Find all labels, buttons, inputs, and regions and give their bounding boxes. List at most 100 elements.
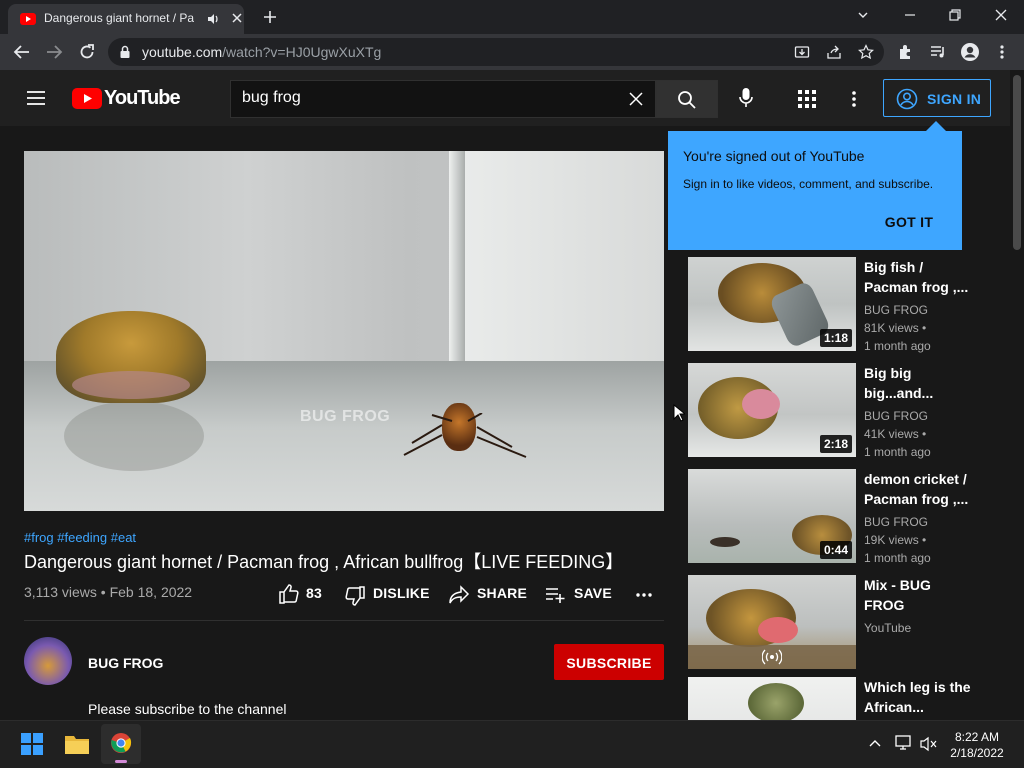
media-control-icon[interactable]	[929, 43, 947, 61]
browser-tab[interactable]: Dangerous giant hornet / Pa	[8, 4, 244, 34]
apps-grid-icon[interactable]	[798, 90, 816, 108]
divider	[24, 620, 664, 621]
taskbar-clock[interactable]: 8:22 AM 2/18/2022	[944, 729, 1010, 761]
save-button[interactable]	[545, 586, 567, 604]
video-watermark: BUG FROG	[300, 408, 391, 425]
recommendation-thumbnail[interactable]: 1:18	[688, 257, 856, 351]
reload-icon[interactable]	[78, 43, 96, 61]
close-window-icon[interactable]	[993, 7, 1009, 23]
recommendation-title[interactable]: Big big big...and...	[864, 363, 974, 403]
youtube-logo[interactable]	[72, 88, 102, 109]
mouse-cursor-icon	[673, 404, 685, 422]
account-icon	[896, 88, 918, 110]
recommendation-title[interactable]: Big fish / Pacman frog ,...	[864, 257, 974, 297]
search-icon	[678, 91, 696, 109]
video-description: Please subscribe to the channel	[88, 701, 287, 717]
recommendation-item[interactable]: Mix - BUG FROG YouTube	[688, 575, 978, 671]
subscribe-label: SUBSCRIBE	[566, 655, 652, 671]
video-title: Dangerous giant hornet / Pacman frog , A…	[24, 552, 624, 572]
thumb-down-icon	[345, 586, 365, 606]
url-path: /watch?v=HJ0UgwXuXTg	[222, 44, 382, 60]
windows-start-icon[interactable]	[21, 733, 43, 755]
settings-more-icon[interactable]	[848, 90, 860, 108]
clear-search-icon[interactable]	[629, 92, 643, 106]
recommendation-thumbnail[interactable]	[688, 677, 856, 720]
thumb-up-icon	[279, 584, 299, 604]
channel-avatar[interactable]	[24, 637, 72, 685]
share-label[interactable]: SHARE	[477, 585, 527, 601]
recommendation-thumbnail[interactable]: 2:18	[688, 363, 856, 457]
like-count: 83	[306, 585, 322, 601]
video-duration: 1:18	[819, 329, 852, 347]
url-host: youtube.com	[142, 44, 223, 60]
tab-close-icon[interactable]	[230, 11, 244, 25]
scrollbar-thumb[interactable]	[1013, 75, 1021, 250]
network-icon[interactable]	[895, 735, 913, 751]
channel-name[interactable]: BUG FROG	[88, 655, 163, 671]
extensions-puzzle-icon[interactable]	[897, 43, 915, 61]
mix-radio-icon	[762, 649, 782, 665]
recommendation-item[interactable]: Which leg is the African...	[688, 677, 978, 720]
back-arrow-icon[interactable]	[13, 44, 31, 60]
recommendation-views: 41K views •	[864, 427, 927, 441]
like-button[interactable]	[278, 583, 300, 605]
recommendation-channel[interactable]: BUG FROG	[864, 301, 928, 319]
restore-icon[interactable]	[947, 7, 963, 23]
recommendation-age: 1 month ago	[864, 551, 931, 565]
tab-search-icon[interactable]	[855, 7, 871, 23]
search-button[interactable]	[656, 80, 718, 118]
recommendation-title[interactable]: demon cricket / Pacman frog ,...	[864, 469, 974, 509]
recommendation-title[interactable]: Mix - BUG FROG	[864, 575, 974, 615]
video-duration: 2:18	[819, 435, 852, 453]
install-app-icon[interactable]	[794, 44, 810, 60]
forward-arrow-icon[interactable]	[45, 44, 63, 60]
taskbar-time: 8:22 AM	[954, 730, 1000, 744]
got-it-button[interactable]: GOT IT	[870, 214, 948, 234]
search-input-value: bug frog	[242, 89, 301, 106]
bookmark-star-icon[interactable]	[858, 44, 874, 60]
recommendation-channel[interactable]: BUG FROG	[864, 407, 928, 425]
recommendation-channel[interactable]: BUG FROG	[864, 513, 928, 531]
video-views-date: 3,113 views • Feb 18, 2022	[24, 584, 193, 600]
recommendation-views: 19K views •	[864, 533, 927, 547]
recommendation-title[interactable]: Which leg is the African...	[864, 677, 974, 717]
dislike-label[interactable]: DISLIKE	[373, 585, 430, 601]
recommendation-item[interactable]: 1:18 Big fish / Pacman frog ,... BUG FRO…	[688, 257, 978, 353]
youtube-logo-text: YouTube	[104, 87, 181, 109]
save-label[interactable]: SAVE	[574, 585, 612, 601]
video-hashtags[interactable]: #frog #feeding #eat	[24, 530, 136, 545]
recommendation-age: 1 month ago	[864, 339, 931, 353]
lock-icon[interactable]	[119, 45, 131, 59]
subscribe-button[interactable]: SUBSCRIBE	[554, 644, 664, 680]
popup-arrow	[926, 121, 946, 131]
show-hidden-icons-chevron-icon[interactable]	[868, 737, 882, 749]
recommendation-channel[interactable]: YouTube	[864, 619, 911, 637]
browser-menu-icon[interactable]	[996, 44, 1008, 60]
dislike-button[interactable]	[344, 585, 366, 607]
voice-search-mic-icon[interactable]	[738, 87, 754, 109]
recommendation-age: 1 month ago	[864, 445, 931, 459]
youtube-play-logo-icon	[72, 88, 102, 109]
playlist-add-icon	[546, 588, 565, 603]
recommendation-thumbnail[interactable]: 0:44	[688, 469, 856, 563]
recommendation-item[interactable]: 0:44 demon cricket / Pacman frog ,... BU…	[688, 469, 978, 565]
popup-title: You're signed out of YouTube	[683, 148, 865, 164]
profile-avatar-icon[interactable]	[960, 42, 980, 62]
sign-in-button[interactable]: SIGN IN	[883, 79, 991, 117]
minimize-icon[interactable]	[902, 7, 918, 23]
more-actions-icon[interactable]	[635, 589, 653, 601]
volume-muted-icon[interactable]	[920, 736, 938, 752]
hamburger-menu-icon[interactable]	[26, 89, 46, 107]
recommendation-item[interactable]: 2:18 Big big big...and... BUG FROG 41K v…	[688, 363, 978, 459]
tab-title: Dangerous giant hornet / Pa	[44, 11, 194, 25]
chrome-icon	[111, 733, 132, 753]
tab-audio-icon[interactable]	[206, 12, 220, 26]
video-player[interactable]: BUG FROG	[24, 151, 664, 511]
new-tab-icon[interactable]	[262, 9, 278, 25]
share-button[interactable]	[448, 585, 470, 605]
file-explorer-icon[interactable]	[64, 733, 90, 755]
chrome-taskbar-button[interactable]	[101, 724, 141, 764]
url-text[interactable]: youtube.com/watch?v=HJ0UgwXuXTg	[142, 44, 381, 60]
share-page-icon[interactable]	[826, 44, 842, 60]
recommendation-thumbnail[interactable]	[688, 575, 856, 669]
